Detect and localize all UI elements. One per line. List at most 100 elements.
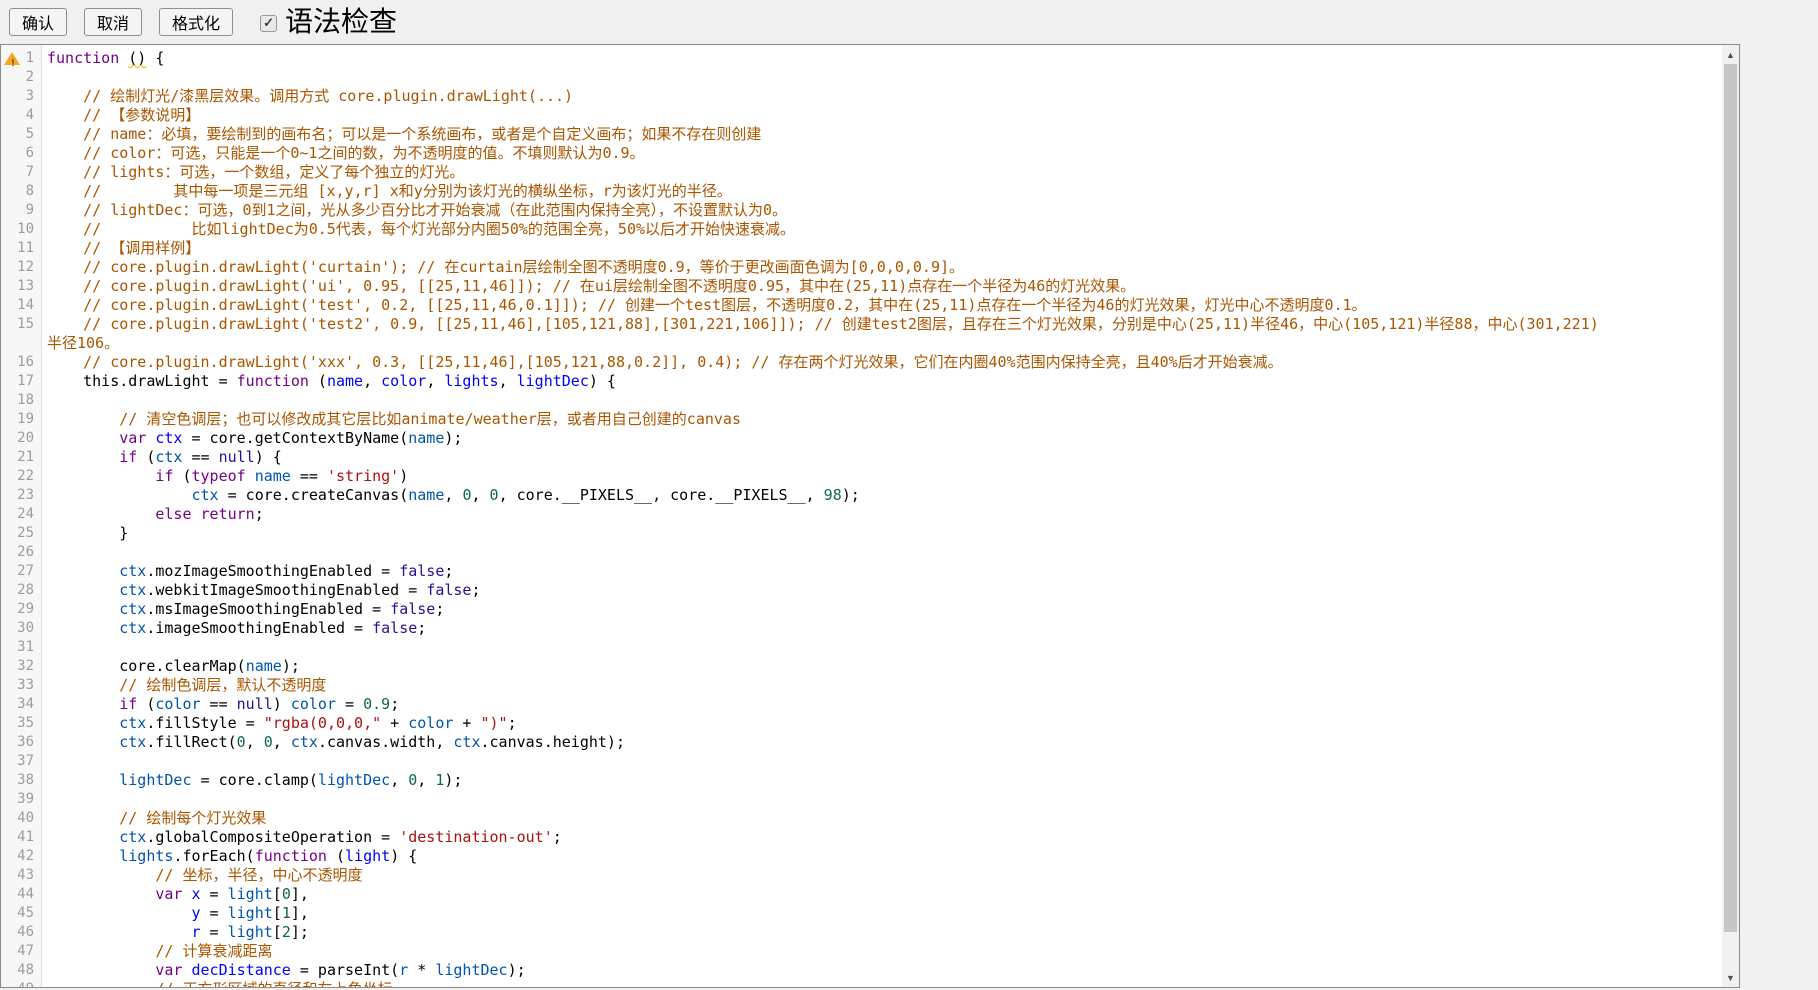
code-text: // 清空色调层；也可以修改成其它层比如animate/weather层，或者用… bbox=[43, 410, 1722, 429]
line-gutter: 29 bbox=[1, 600, 43, 619]
line-gutter: 33 bbox=[1, 676, 43, 695]
scroll-up-button[interactable]: ▲ bbox=[1722, 46, 1739, 63]
code-line[interactable]: 5 // name：必填，要绘制到的画布名；可以是一个系统画布，或者是个自定义画… bbox=[1, 125, 1722, 144]
code-line[interactable]: 44 var x = light[0], bbox=[1, 885, 1722, 904]
code-line[interactable]: 46 r = light[2]; bbox=[1, 923, 1722, 942]
code-line[interactable]: 33 // 绘制色调层，默认不透明度 bbox=[1, 676, 1722, 695]
line-number: 5 bbox=[26, 125, 34, 144]
code-line[interactable]: 21 if (ctx == null) { bbox=[1, 448, 1722, 467]
code-line[interactable]: 28 ctx.webkitImageSmoothingEnabled = fal… bbox=[1, 581, 1722, 600]
code-line[interactable]: 1function () { bbox=[1, 49, 1722, 68]
code-line[interactable]: 31 bbox=[1, 638, 1722, 657]
line-number: 12 bbox=[17, 258, 34, 277]
code-line[interactable]: 35 ctx.fillStyle = "rgba(0,0,0," + color… bbox=[1, 714, 1722, 733]
line-gutter: 16 bbox=[1, 353, 43, 372]
line-gutter: 44 bbox=[1, 885, 43, 904]
line-number: 28 bbox=[17, 581, 34, 600]
code-line[interactable]: 43 // 坐标，半径，中心不透明度 bbox=[1, 866, 1722, 885]
line-number: 11 bbox=[17, 239, 34, 258]
line-number: 47 bbox=[17, 942, 34, 961]
code-line[interactable]: 10 // 比如lightDec为0.5代表，每个灯光部分内圈50%的范围全亮，… bbox=[1, 220, 1722, 239]
code-text: ctx.fillRect(0, 0, ctx.canvas.width, ctx… bbox=[43, 733, 1722, 752]
scroll-down-button[interactable]: ▼ bbox=[1722, 969, 1739, 986]
syntax-check-checkbox[interactable]: ✓ bbox=[260, 15, 277, 32]
code-line[interactable]: 47 // 计算衰减距离 bbox=[1, 942, 1722, 961]
code-line[interactable]: 45 y = light[1], bbox=[1, 904, 1722, 923]
code-text: this.drawLight = function (name, color, … bbox=[43, 372, 1722, 391]
code-lines[interactable]: 1function () {23 // 绘制灯光/漆黑层效果。调用方式 core… bbox=[1, 49, 1722, 988]
code-line[interactable]: 42 lights.forEach(function (light) { bbox=[1, 847, 1722, 866]
code-text bbox=[43, 391, 1722, 410]
code-line[interactable]: 20 var ctx = core.getContextByName(name)… bbox=[1, 429, 1722, 448]
code-line[interactable]: 17 this.drawLight = function (name, colo… bbox=[1, 372, 1722, 391]
code-text: // 【参数说明】 bbox=[43, 106, 1722, 125]
line-number: 13 bbox=[17, 277, 34, 296]
code-line[interactable]: 29 ctx.msImageSmoothingEnabled = false; bbox=[1, 600, 1722, 619]
code-line[interactable]: 7 // lights：可选，一个数组，定义了每个独立的灯光。 bbox=[1, 163, 1722, 182]
code-line[interactable]: 16 // core.plugin.drawLight('xxx', 0.3, … bbox=[1, 353, 1722, 372]
code-line[interactable]: 34 if (color == null) color = 0.9; bbox=[1, 695, 1722, 714]
code-line[interactable]: 26 bbox=[1, 543, 1722, 562]
code-line[interactable]: 36 ctx.fillRect(0, 0, ctx.canvas.width, … bbox=[1, 733, 1722, 752]
code-line[interactable]: 22 if (typeof name == 'string') bbox=[1, 467, 1722, 486]
code-line[interactable]: 14 // core.plugin.drawLight('test', 0.2,… bbox=[1, 296, 1722, 315]
line-number: 8 bbox=[26, 182, 34, 201]
line-gutter: 26 bbox=[1, 543, 43, 562]
code-text: // core.plugin.drawLight('curtain'); // … bbox=[43, 258, 1722, 277]
code-line[interactable]: 38 lightDec = core.clamp(lightDec, 0, 1)… bbox=[1, 771, 1722, 790]
code-line[interactable]: 19 // 清空色调层；也可以修改成其它层比如animate/weather层，… bbox=[1, 410, 1722, 429]
line-number: 27 bbox=[17, 562, 34, 581]
code-line[interactable]: 23 ctx = core.createCanvas(name, 0, 0, c… bbox=[1, 486, 1722, 505]
line-gutter: 24 bbox=[1, 505, 43, 524]
line-gutter: 20 bbox=[1, 429, 43, 448]
code-text: // 其中每一项是三元组 [x,y,r] x和y分别为该灯光的横纵坐标，r为该灯… bbox=[43, 182, 1722, 201]
code-line[interactable]: 40 // 绘制每个灯光效果 bbox=[1, 809, 1722, 828]
line-gutter: 39 bbox=[1, 790, 43, 809]
code-line[interactable]: 48 var decDistance = parseInt(r * lightD… bbox=[1, 961, 1722, 980]
line-number: 24 bbox=[17, 505, 34, 524]
code-line[interactable]: 41 ctx.globalCompositeOperation = 'desti… bbox=[1, 828, 1722, 847]
code-line[interactable]: 49 // 正方形区域的直径和左上角坐标 bbox=[1, 980, 1722, 988]
code-line[interactable]: 11 // 【调用样例】 bbox=[1, 239, 1722, 258]
code-line[interactable]: 4 // 【参数说明】 bbox=[1, 106, 1722, 125]
code-line[interactable]: 27 ctx.mozImageSmoothingEnabled = false; bbox=[1, 562, 1722, 581]
code-line[interactable]: 13 // core.plugin.drawLight('ui', 0.95, … bbox=[1, 277, 1722, 296]
line-number: 7 bbox=[26, 163, 34, 182]
code-text: var x = light[0], bbox=[43, 885, 1722, 904]
vertical-scrollbar[interactable]: ▲ ▼ bbox=[1722, 45, 1739, 987]
code-line[interactable]: 8 // 其中每一项是三元组 [x,y,r] x和y分别为该灯光的横纵坐标，r为… bbox=[1, 182, 1722, 201]
line-gutter: 12 bbox=[1, 258, 43, 277]
code-line[interactable]: 2 bbox=[1, 68, 1722, 87]
code-line[interactable]: 24 else return; bbox=[1, 505, 1722, 524]
code-line[interactable]: 9 // lightDec：可选，0到1之间，光从多少百分比才开始衰减（在此范围… bbox=[1, 201, 1722, 220]
format-button[interactable]: 格式化 bbox=[159, 8, 233, 36]
code-line[interactable]: 25 } bbox=[1, 524, 1722, 543]
confirm-button[interactable]: 确认 bbox=[9, 8, 67, 36]
line-number: 19 bbox=[17, 410, 34, 429]
line-gutter: 15 bbox=[1, 315, 43, 353]
code-editor[interactable]: 1function () {23 // 绘制灯光/漆黑层效果。调用方式 core… bbox=[0, 44, 1740, 988]
code-line[interactable]: 30 ctx.imageSmoothingEnabled = false; bbox=[1, 619, 1722, 638]
code-text: // lightDec：可选，0到1之间，光从多少百分比才开始衰减（在此范围内保… bbox=[43, 201, 1722, 220]
code-line[interactable]: 18 bbox=[1, 391, 1722, 410]
code-line[interactable]: 12 // core.plugin.drawLight('curtain'); … bbox=[1, 258, 1722, 277]
line-gutter: 49 bbox=[1, 980, 43, 988]
code-line[interactable]: 32 core.clearMap(name); bbox=[1, 657, 1722, 676]
code-line[interactable]: 37 bbox=[1, 752, 1722, 771]
line-number: 1 bbox=[26, 49, 34, 68]
code-line[interactable]: 39 bbox=[1, 790, 1722, 809]
scrollbar-thumb[interactable] bbox=[1724, 64, 1737, 932]
code-line[interactable]: 15 // core.plugin.drawLight('test2', 0.9… bbox=[1, 315, 1722, 353]
code-text: // name：必填，要绘制到的画布名；可以是一个系统画布，或者是个自定义画布；… bbox=[43, 125, 1722, 144]
code-text: ctx = core.createCanvas(name, 0, 0, core… bbox=[43, 486, 1722, 505]
line-gutter: 10 bbox=[1, 220, 43, 239]
cancel-button[interactable]: 取消 bbox=[84, 8, 142, 36]
code-line[interactable]: 3 // 绘制灯光/漆黑层效果。调用方式 core.plugin.drawLig… bbox=[1, 87, 1722, 106]
code-text: ctx.mozImageSmoothingEnabled = false; bbox=[43, 562, 1722, 581]
code-text: y = light[1], bbox=[43, 904, 1722, 923]
code-text: // core.plugin.drawLight('xxx', 0.3, [[2… bbox=[43, 353, 1722, 372]
line-gutter: 19 bbox=[1, 410, 43, 429]
code-line[interactable]: 6 // color：可选，只能是一个0~1之间的数，为不透明度的值。不填则默认… bbox=[1, 144, 1722, 163]
code-text: // core.plugin.drawLight('ui', 0.95, [[2… bbox=[43, 277, 1722, 296]
line-number: 9 bbox=[26, 201, 34, 220]
